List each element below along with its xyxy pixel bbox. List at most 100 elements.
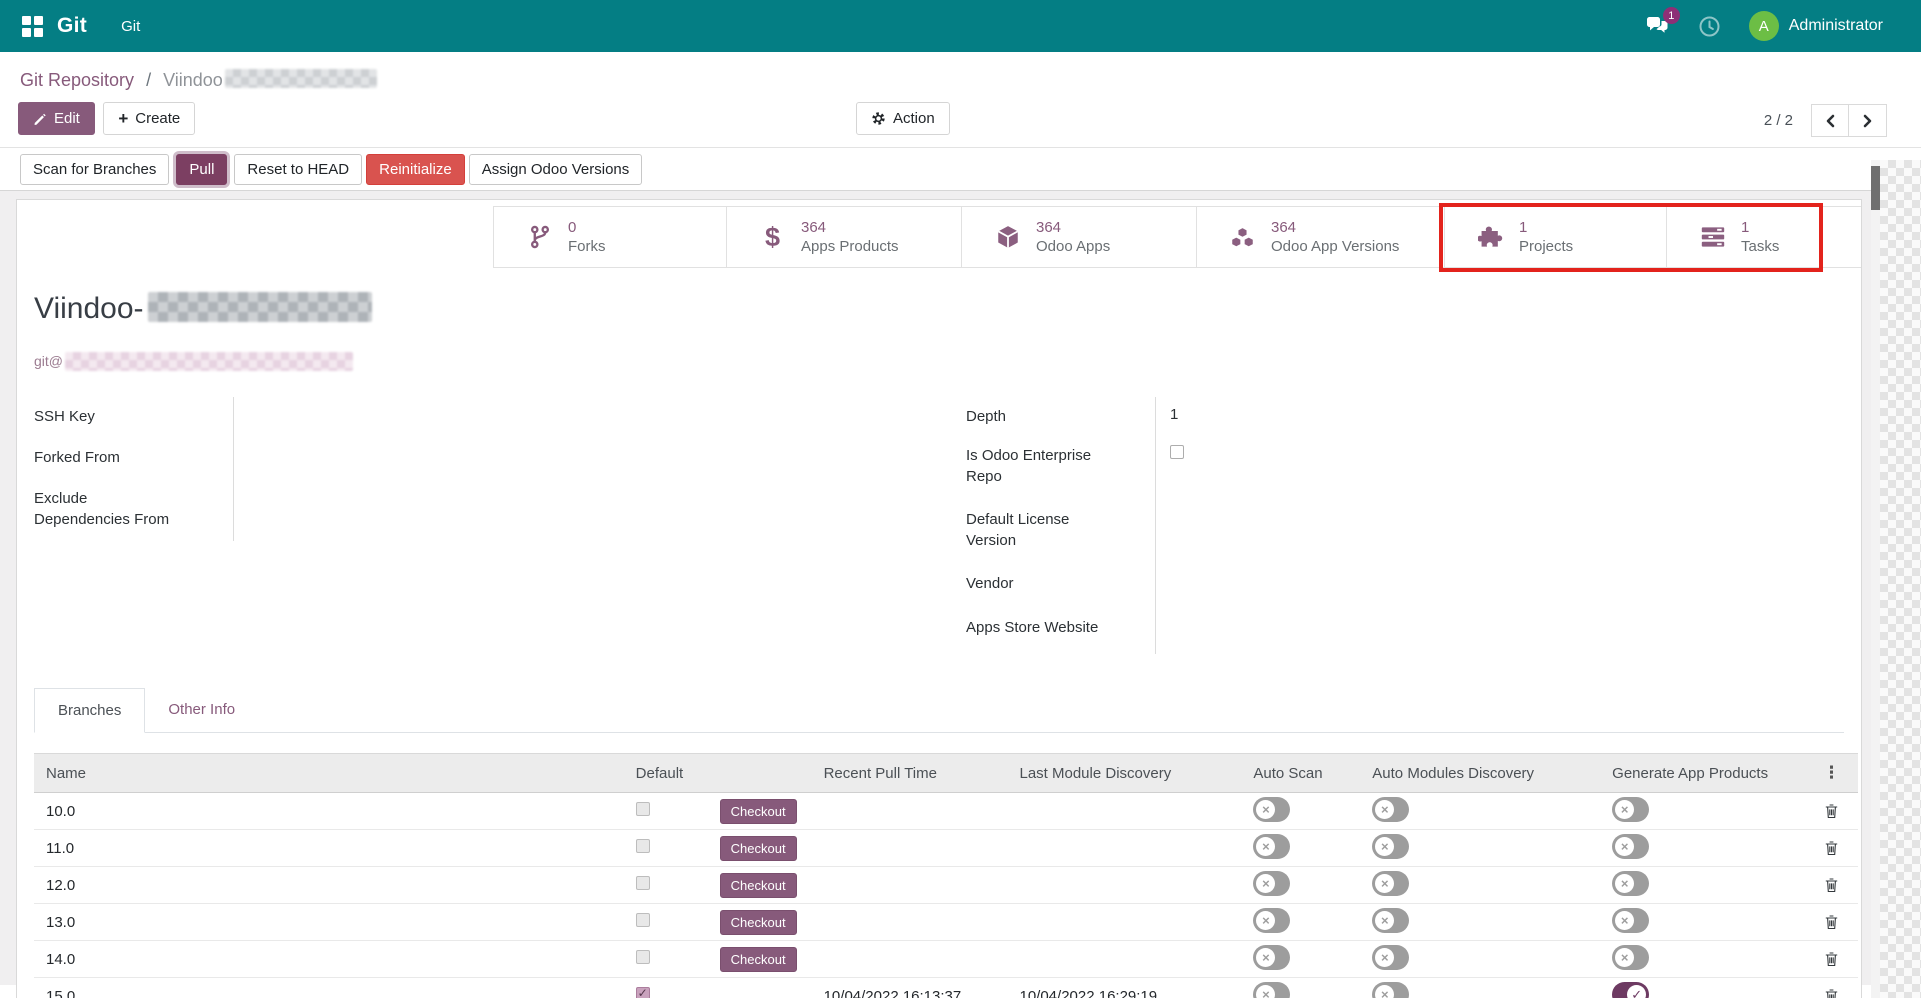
- branch-name[interactable]: 13.0: [34, 914, 620, 931]
- auto-scan-toggle[interactable]: ×: [1253, 908, 1290, 933]
- table-row[interactable]: 14.0 Checkout × × ×: [34, 941, 1858, 978]
- auto-modules-discovery-toggle[interactable]: ×: [1372, 908, 1409, 933]
- delete-row-button[interactable]: [1824, 988, 1839, 998]
- enterprise-repo-checkbox[interactable]: [1170, 445, 1184, 459]
- auto-scan-toggle[interactable]: ×: [1253, 834, 1290, 859]
- header-auto-modules-discovery[interactable]: Auto Modules Discovery: [1360, 765, 1600, 782]
- checkout-button[interactable]: Checkout: [720, 873, 797, 898]
- recent-pull-time: 10/04/2022 16:13:37: [812, 988, 1008, 998]
- table-row[interactable]: 11.0 Checkout × × ×: [34, 830, 1858, 867]
- breadcrumb-parent-link[interactable]: Git Repository: [20, 70, 134, 90]
- table-row[interactable]: 10.0 Checkout × × ×: [34, 793, 1858, 830]
- header-generate-app-products[interactable]: Generate App Products: [1600, 765, 1805, 782]
- tab-branches[interactable]: Branches: [34, 688, 145, 733]
- avatar: A: [1749, 11, 1779, 41]
- app-title[interactable]: Git: [57, 14, 87, 38]
- auto-modules-discovery-toggle[interactable]: ×: [1372, 834, 1409, 859]
- user-menu[interactable]: A Administrator: [1749, 11, 1883, 41]
- delete-row-button[interactable]: [1824, 914, 1839, 930]
- default-checkbox[interactable]: [636, 876, 650, 890]
- field-value-forked-from: [234, 438, 934, 479]
- default-checkbox[interactable]: [636, 987, 650, 998]
- branch-name[interactable]: 11.0: [34, 840, 620, 857]
- delete-row-button[interactable]: [1824, 951, 1839, 967]
- stat-value: 0: [568, 218, 606, 237]
- statusbar: Scan for Branches Pull Reset to HEAD Rei…: [0, 147, 1921, 191]
- stat-button-odoo-apps[interactable]: 364Odoo Apps: [961, 207, 1196, 267]
- generate-app-products-toggle[interactable]: ×: [1612, 871, 1649, 896]
- pager-previous-button[interactable]: [1811, 104, 1849, 137]
- pull-button[interactable]: Pull: [176, 154, 227, 185]
- create-button[interactable]: + Create: [103, 102, 195, 135]
- scan-for-branches-button[interactable]: Scan for Branches: [20, 154, 169, 185]
- reset-to-head-button[interactable]: Reset to HEAD: [234, 154, 362, 185]
- auto-modules-discovery-toggle[interactable]: ×: [1372, 982, 1409, 998]
- stat-value: 364: [801, 218, 899, 237]
- scrollbar-thumb[interactable]: [1871, 166, 1880, 210]
- vertical-scrollbar[interactable]: [1871, 160, 1880, 998]
- header-recent-pull-time[interactable]: Recent Pull Time: [812, 765, 1008, 782]
- default-checkbox[interactable]: [636, 839, 650, 853]
- branch-name[interactable]: 12.0: [34, 877, 620, 894]
- header-name[interactable]: Name: [34, 765, 620, 782]
- header-default[interactable]: Default: [620, 765, 692, 782]
- tab-other-info[interactable]: Other Info: [145, 688, 258, 732]
- auto-scan-toggle[interactable]: ×: [1253, 797, 1290, 822]
- pager-count: 2 / 2: [1764, 112, 1793, 129]
- pager-next-button[interactable]: [1849, 104, 1887, 137]
- toggle-check-icon: ✓: [1627, 985, 1646, 998]
- generate-app-products-toggle[interactable]: ✓: [1612, 982, 1649, 998]
- checkout-button[interactable]: Checkout: [720, 947, 797, 972]
- default-checkbox[interactable]: [636, 802, 650, 816]
- branch-name[interactable]: 15.0: [34, 988, 620, 998]
- field-groups: SSH Key Forked From Exclude Dependencies…: [34, 397, 1844, 654]
- stat-button-odoo-app-versions[interactable]: 364Odoo App Versions: [1196, 207, 1444, 267]
- auto-modules-discovery-toggle[interactable]: ×: [1372, 871, 1409, 896]
- assign-odoo-versions-button[interactable]: Assign Odoo Versions: [469, 154, 643, 185]
- generate-app-products-toggle[interactable]: ×: [1612, 908, 1649, 933]
- auto-scan-toggle[interactable]: ×: [1253, 945, 1290, 970]
- field-value-default-license: [1156, 500, 1844, 564]
- column-options-icon[interactable]: ⋮: [1823, 763, 1840, 783]
- redacted-breadcrumb-text: [225, 69, 377, 88]
- dollar-icon: $: [759, 224, 786, 251]
- auto-modules-discovery-toggle[interactable]: ×: [1372, 945, 1409, 970]
- generate-app-products-toggle[interactable]: ×: [1612, 834, 1649, 859]
- auto-scan-toggle[interactable]: ×: [1253, 982, 1290, 998]
- toggle-x-icon: ×: [1615, 948, 1634, 967]
- checkout-button[interactable]: Checkout: [720, 836, 797, 861]
- delete-row-button[interactable]: [1824, 803, 1839, 819]
- table-row[interactable]: 15.0 10/04/2022 16:13:37 10/04/2022 16:2…: [34, 978, 1858, 998]
- stat-button-forks[interactable]: 0Forks: [493, 207, 726, 267]
- table-row[interactable]: 13.0 Checkout × × ×: [34, 904, 1858, 941]
- messages-button[interactable]: 1: [1645, 13, 1671, 39]
- menu-item-git[interactable]: Git: [121, 18, 140, 35]
- activities-button[interactable]: [1697, 13, 1723, 39]
- header-auto-scan[interactable]: Auto Scan: [1241, 765, 1360, 782]
- repo-url-link[interactable]: git@: [34, 352, 1844, 371]
- apps-grid-icon[interactable]: [22, 16, 43, 37]
- header-last-module-discovery[interactable]: Last Module Discovery: [1007, 765, 1241, 782]
- checkout-button[interactable]: Checkout: [720, 799, 797, 824]
- table-row[interactable]: 12.0 Checkout × × ×: [34, 867, 1858, 904]
- reinitialize-button[interactable]: Reinitialize: [366, 154, 465, 185]
- generate-app-products-toggle[interactable]: ×: [1612, 797, 1649, 822]
- branch-name[interactable]: 14.0: [34, 951, 620, 968]
- stat-button-projects[interactable]: 1Projects: [1444, 207, 1666, 267]
- action-button[interactable]: Action: [856, 102, 950, 135]
- checkout-button[interactable]: Checkout: [720, 910, 797, 935]
- chevron-right-icon: [1862, 114, 1874, 128]
- default-checkbox[interactable]: [636, 913, 650, 927]
- gear-icon: [871, 111, 886, 126]
- generate-app-products-toggle[interactable]: ×: [1612, 945, 1649, 970]
- default-checkbox[interactable]: [636, 950, 650, 964]
- pencil-icon: [33, 112, 47, 126]
- edit-button[interactable]: Edit: [18, 102, 95, 135]
- branch-name[interactable]: 10.0: [34, 803, 620, 820]
- auto-modules-discovery-toggle[interactable]: ×: [1372, 797, 1409, 822]
- delete-row-button[interactable]: [1824, 877, 1839, 893]
- stat-button-apps-products[interactable]: $ 364Apps Products: [726, 207, 961, 267]
- delete-row-button[interactable]: [1824, 840, 1839, 856]
- stat-button-tasks[interactable]: 1Tasks: [1666, 207, 1819, 267]
- auto-scan-toggle[interactable]: ×: [1253, 871, 1290, 896]
